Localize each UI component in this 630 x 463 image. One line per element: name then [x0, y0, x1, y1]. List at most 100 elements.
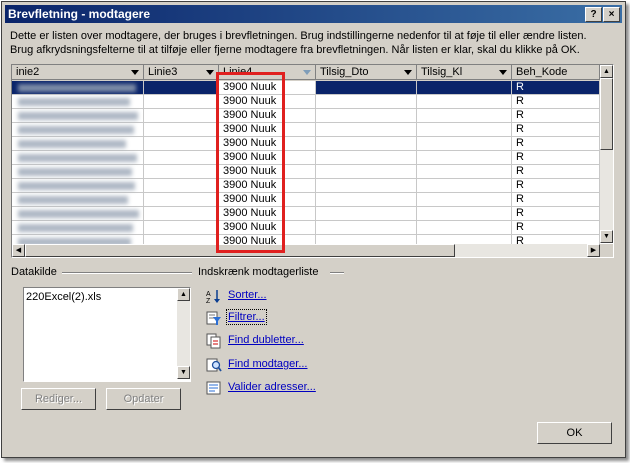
scroll-left-icon[interactable]: ◀ [12, 244, 25, 257]
table-row[interactable]: 3900 Nuuk R [12, 81, 600, 95]
table-cell [144, 221, 219, 235]
datasource-list[interactable]: 220Excel(2).xls ▲ ▼ [23, 287, 191, 382]
table-cell [417, 221, 512, 235]
table-cell [417, 81, 512, 95]
table-cell [144, 95, 219, 109]
edit-button[interactable]: Rediger... [21, 388, 96, 410]
column-header-tilsig-dto[interactable]: Tilsig_Dto [316, 65, 417, 80]
table-cell [144, 123, 219, 137]
table-cell: 3900 Nuuk [219, 221, 316, 235]
table-row[interactable]: 3900 Nuuk R [12, 221, 600, 235]
column-header-label: Linie4 [223, 66, 253, 78]
table-cell [417, 109, 512, 123]
table-cell: 3900 Nuuk [219, 95, 316, 109]
help-button[interactable]: ? [585, 7, 602, 22]
table-cell: R [512, 193, 600, 207]
svg-text:A: A [206, 291, 211, 298]
table-row[interactable]: 3900 Nuuk R [12, 165, 600, 179]
table-cell [316, 95, 417, 109]
validate-addresses-icon [206, 381, 221, 395]
recipient-list-grid[interactable]: inie2 Linie3 Linie4 Tilsig_Dto Tilsig_Kl… [11, 64, 614, 258]
table-row[interactable]: 3900 Nuuk R [12, 151, 600, 165]
divider [62, 272, 192, 274]
scroll-up-icon[interactable]: ▲ [177, 288, 190, 301]
description-line-2: Brug afkrydsningsfelterne til at tilføje… [10, 44, 580, 56]
find-duplicates-link[interactable]: Find dubletter... [228, 334, 304, 346]
column-header-linie2[interactable]: inie2 [12, 65, 144, 80]
refresh-button[interactable]: Opdater [106, 388, 181, 410]
window-title: Brevfletning - modtagere [8, 7, 151, 21]
table-cell: R [512, 123, 600, 137]
table-row[interactable]: 3900 Nuuk R [12, 207, 600, 221]
sort-link[interactable]: Sorter... [228, 289, 267, 301]
ok-button[interactable]: OK [537, 422, 612, 444]
table-cell [144, 137, 219, 151]
dropdown-arrow-icon[interactable] [499, 70, 507, 75]
scroll-right-icon[interactable]: ▶ [587, 244, 600, 257]
table-cell: R [512, 109, 600, 123]
redacted-text [18, 182, 135, 190]
table-cell [144, 165, 219, 179]
table-row[interactable]: 3900 Nuuk R [12, 137, 600, 151]
vertical-scrollbar[interactable]: ▲ ▼ [600, 65, 613, 243]
filter-icon [206, 311, 221, 325]
redacted-text [18, 168, 132, 176]
filter-link[interactable]: Filtrer... [226, 309, 267, 325]
redacted-text [18, 84, 136, 92]
column-header-tilsig-kl[interactable]: Tilsig_Kl [417, 65, 512, 80]
title-bar[interactable]: Brevfletning - modtagere ? × [5, 5, 622, 23]
table-row[interactable]: 3900 Nuuk R [12, 179, 600, 193]
scroll-down-icon[interactable]: ▼ [177, 366, 190, 379]
grid-header: inie2 Linie3 Linie4 Tilsig_Dto Tilsig_Kl… [12, 65, 600, 81]
table-row[interactable]: 3900 Nuuk R [12, 95, 600, 109]
table-cell [316, 193, 417, 207]
scrollbar-corner [600, 244, 613, 257]
redacted-text [18, 154, 137, 162]
horizontal-scroll-thumb[interactable] [25, 244, 455, 257]
scroll-up-icon[interactable]: ▲ [600, 65, 613, 78]
scroll-down-icon[interactable]: ▼ [600, 230, 613, 243]
find-recipient-link[interactable]: Find modtager... [228, 358, 308, 370]
table-cell [417, 193, 512, 207]
table-cell [316, 123, 417, 137]
table-row[interactable]: 3900 Nuuk R [12, 193, 600, 207]
dropdown-arrow-icon[interactable] [303, 70, 311, 75]
table-cell: 3900 Nuuk [219, 165, 316, 179]
column-header-label: Tilsig_Dto [320, 66, 369, 78]
table-cell: R [512, 137, 600, 151]
table-cell: R [512, 165, 600, 179]
table-cell [316, 179, 417, 193]
list-scrollbar[interactable]: ▲ ▼ [177, 288, 190, 379]
dropdown-arrow-icon[interactable] [404, 70, 412, 75]
column-header-beh-kode[interactable]: Beh_Kode [512, 65, 600, 80]
table-cell [417, 207, 512, 221]
column-header-label: Tilsig_Kl [421, 66, 463, 78]
table-row[interactable]: 3900 Nuuk R [12, 123, 600, 137]
column-header-linie3[interactable]: Linie3 [144, 65, 219, 80]
redacted-text [18, 140, 126, 148]
table-cell: R [512, 151, 600, 165]
table-cell [316, 109, 417, 123]
table-cell [144, 179, 219, 193]
table-cell [417, 165, 512, 179]
redacted-text [18, 98, 130, 106]
close-button[interactable]: × [603, 7, 620, 22]
table-cell: R [512, 179, 600, 193]
redacted-text [18, 210, 139, 218]
dropdown-arrow-icon[interactable] [131, 70, 139, 75]
column-header-label: Beh_Kode [516, 66, 568, 78]
vertical-scroll-thumb[interactable] [600, 78, 613, 150]
table-cell: R [512, 95, 600, 109]
find-recipient-icon [206, 358, 222, 372]
validate-addresses-link[interactable]: Valider adresser... [228, 381, 316, 393]
divider [330, 272, 344, 274]
dropdown-arrow-icon[interactable] [206, 70, 214, 75]
table-row[interactable]: 3900 Nuuk R [12, 109, 600, 123]
column-header-linie4[interactable]: Linie4 [219, 65, 316, 80]
redacted-text [18, 112, 138, 120]
table-cell [316, 207, 417, 221]
table-cell: 3900 Nuuk [219, 193, 316, 207]
mail-merge-recipients-dialog: Brevfletning - modtagere ? × Dette er li… [1, 1, 626, 458]
horizontal-scrollbar[interactable]: ◀ ▶ [12, 244, 600, 257]
list-item[interactable]: 220Excel(2).xls [26, 291, 101, 303]
